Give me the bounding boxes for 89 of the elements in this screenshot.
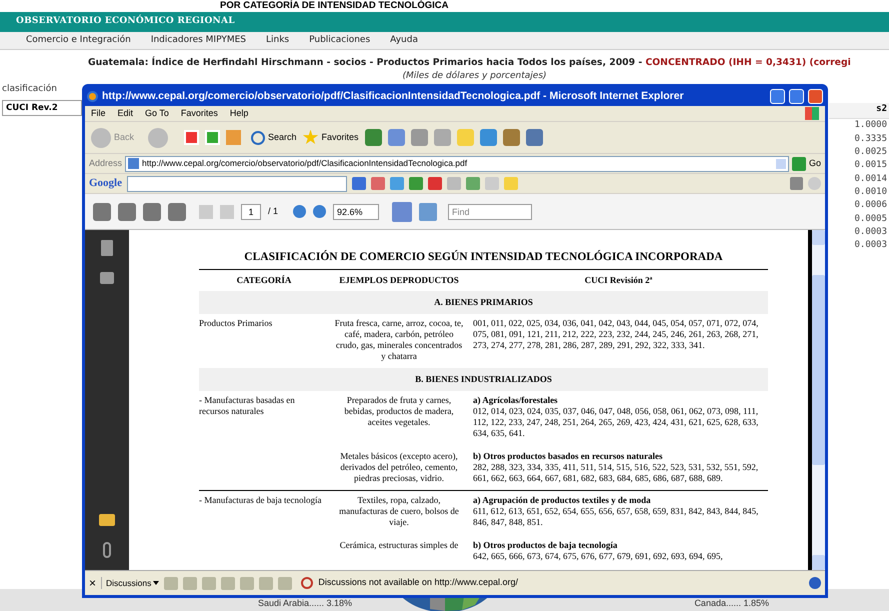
report-subtitle: (Miles de dólares y porcentajes) — [401, 70, 548, 83]
table-cell-text: 0.0025 — [853, 146, 888, 160]
caret-icon — [153, 581, 160, 585]
address-label: Address — [89, 156, 122, 170]
google-logo: Google — [89, 176, 122, 192]
menu-item[interactable]: Favorites — [180, 106, 218, 120]
code-list: 012, 014, 023, 024, 035, 037, 046, 047, 048, 056, 058, 061, 062, 073, 098, 111, 112, 122, 233, 247, 248, 251, 264, 265, 269, 423, 424, 431, 621, 625, 628, 633, 634, 635, 641. — [473, 406, 768, 439]
toolbar-icon[interactable] — [409, 177, 423, 190]
examples-text: Cerámica, estructuras simples de — [340, 540, 458, 552]
discussion-tool-icon[interactable] — [202, 576, 216, 590]
menu-item[interactable]: Help — [230, 106, 248, 120]
nav-link[interactable]: Links — [266, 34, 290, 48]
table-cell-text: 0.0003 — [853, 226, 888, 239]
category-text: - Manufacturas basadas en recursos naturales — [199, 395, 295, 416]
toolbar-icon[interactable] — [352, 177, 366, 190]
section-heading: A. BIENES PRIMARIOS — [434, 297, 533, 308]
discussion-tool-icon[interactable] — [183, 576, 198, 590]
table-cell-text: 0.0006 — [853, 199, 888, 212]
category-text: Productos Primarios — [199, 318, 272, 328]
page-total: / 1 — [268, 204, 278, 218]
code-list: 282, 288, 323, 334, 335, 411, 511, 514, 515, 516, 522, 523, 531, 532, 551, 592, 661, 662, 663, 664, 667, 681, 682, 683, 684, 685, 686, 687, 688, 689. — [473, 462, 768, 484]
discussion-tool-icon[interactable] — [240, 576, 254, 590]
examples-text: Metales básicos (excepto acero), derivados del petróleo, cemento, piedras preciosas, vidrio. — [339, 451, 459, 484]
toolbar-icon[interactable] — [428, 177, 442, 190]
menu-item[interactable]: Go To — [145, 106, 169, 120]
discussion-tool-icon[interactable] — [221, 576, 236, 590]
document-title: CLASIFICACIÓN DE COMERCIO SEGÚN INTENSIDAD TECNOLÓGICA INCORPORADA — [243, 252, 724, 263]
window-title: http://www.cepal.org/comercio/observatorio/pdf/ClasificacionIntensidadTecnologica.pdf - Microsoft Internet Explorer — [102, 88, 685, 104]
pie-label: Saudi Arabia...... 3.18% — [258, 596, 352, 610]
pie-label: Canada...... 1.85% — [694, 596, 769, 610]
discussion-tool-icon[interactable] — [164, 576, 178, 590]
no-entry-icon — [301, 577, 314, 589]
nav-link[interactable]: Indicadores MIPYMES — [150, 34, 246, 48]
examples-text: Preparados de fruta y carnes, bebidas, productos de madera, aceites vegetales. — [343, 395, 455, 429]
google-search-field[interactable] — [127, 176, 347, 192]
paperclip-icon[interactable] — [103, 542, 111, 558]
column-heading: CUCI Revisión 2ª — [584, 275, 654, 286]
code-group-label: b) Otros productos basados en recursos naturales — [473, 451, 663, 462]
table-cell-text: 0.0005 — [853, 212, 888, 226]
section-heading: B. BIENES INDUSTRIALIZADOS — [415, 374, 552, 385]
column-heading: CATEGORÍA — [236, 275, 292, 286]
code-group-label: a) Agrupación de productos textiles y de moda — [473, 495, 651, 506]
close-button[interactable]: × — [89, 577, 96, 589]
table-cell-text: 0.3335 — [853, 132, 888, 146]
table-cell-text: 1.0000 — [853, 119, 888, 132]
examples-text: Fruta fresca, carne, arroz, cocoa, te, café, madera, carbón, petróleo crudo, gas, minerales concentrados y chatarra — [334, 318, 464, 362]
classification-select[interactable]: CUCI Rev.2 — [2, 100, 82, 116]
toolbar-icon[interactable] — [390, 177, 404, 190]
close-icon[interactable] — [808, 89, 823, 104]
toolbar-icon[interactable] — [466, 177, 480, 190]
search-icon — [251, 130, 266, 144]
menu-item[interactable]: File — [91, 106, 106, 120]
code-list: 642, 665, 666, 673, 674, 675, 676, 677, 679, 691, 692, 693, 694, 695, — [473, 551, 723, 562]
code-group-label: a) Agrícolas/forestales — [473, 395, 558, 406]
column-heading: EJEMPLOS DEPRODUCTOS — [338, 275, 460, 286]
nav-link[interactable]: Ayuda — [390, 34, 418, 48]
code-list: 001, 011, 022, 025, 034, 036, 041, 042, 043, 044, 045, 054, 057, 071, 072, 074, 075, 081, 091, 121, 211, 212, 222, 223, 232, 244, 245, 246, 261, 263, 268, 271, 273, 274, 277, 278, 281, 286, 287, 289, 291, 292, 322, 333, 341. — [473, 318, 768, 351]
discussion-tool-icon[interactable] — [278, 576, 292, 590]
toolbar-icon[interactable] — [485, 177, 499, 190]
browser-logo-icon — [87, 91, 98, 102]
table-cell-text: 0.0015 — [853, 159, 888, 172]
code-list: 611, 612, 613, 651, 652, 654, 655, 656, 657, 658, 659, 831, 842, 843, 844, 845, 846, 847, 848, 851. — [473, 506, 768, 528]
zoom-field[interactable]: 92.6% — [333, 204, 380, 220]
page-number-field[interactable]: 1 — [241, 204, 261, 220]
examples-text: Textiles, ropa, calzado, manufacturas de cuero, bolsos de viaje. — [338, 495, 460, 528]
code-group-label: b) Otros productos de baja tecnología — [473, 540, 618, 551]
toolbar-icon[interactable] — [504, 177, 518, 190]
status-message: Discussions not available on http://www.cepal.org/ — [318, 576, 519, 590]
search-button[interactable]: Search — [251, 130, 297, 144]
go-button[interactable]: Go — [792, 156, 821, 170]
find-field[interactable]: Find — [448, 204, 532, 220]
site-title: OBSERVATORIO ECONÓMICO REGIONAL — [16, 15, 235, 28]
discussions-button[interactable]: Discussions — [101, 576, 160, 590]
favorites-button[interactable]: Favorites — [302, 130, 359, 146]
table-cell-text: 0.0003 — [853, 239, 888, 252]
category-text: - Manufacturas de baja tecnología — [199, 495, 322, 505]
column-header: s2 — [829, 103, 889, 120]
table-cell-text: 0.0014 — [853, 172, 888, 186]
address-field[interactable]: http://www.cepal.org/comercio/observatorio/pdf/ClasificacionIntensidadTecnologica.pdf — [125, 156, 789, 172]
nav-link[interactable]: Publicaciones — [309, 34, 370, 48]
menu-item[interactable]: Edit — [118, 106, 134, 120]
report-title: Guatemala: Índice de Herfindahl Hirschmann - socios - Productos Primarios hacia Todos los países, 2009 - CONCENTRADO (IHH = 0,3431) (corregi — [87, 55, 852, 70]
table-cell-text: 0.0010 — [853, 186, 888, 199]
scrollbar-thumb[interactable] — [812, 275, 825, 465]
toolbar-icon[interactable] — [371, 177, 385, 190]
classification-label: clasificación — [2, 83, 58, 96]
toolbar-icon[interactable] — [447, 177, 461, 190]
nav-link[interactable]: Comercio e Integración — [26, 34, 131, 48]
discussion-tool-icon[interactable] — [259, 576, 274, 590]
